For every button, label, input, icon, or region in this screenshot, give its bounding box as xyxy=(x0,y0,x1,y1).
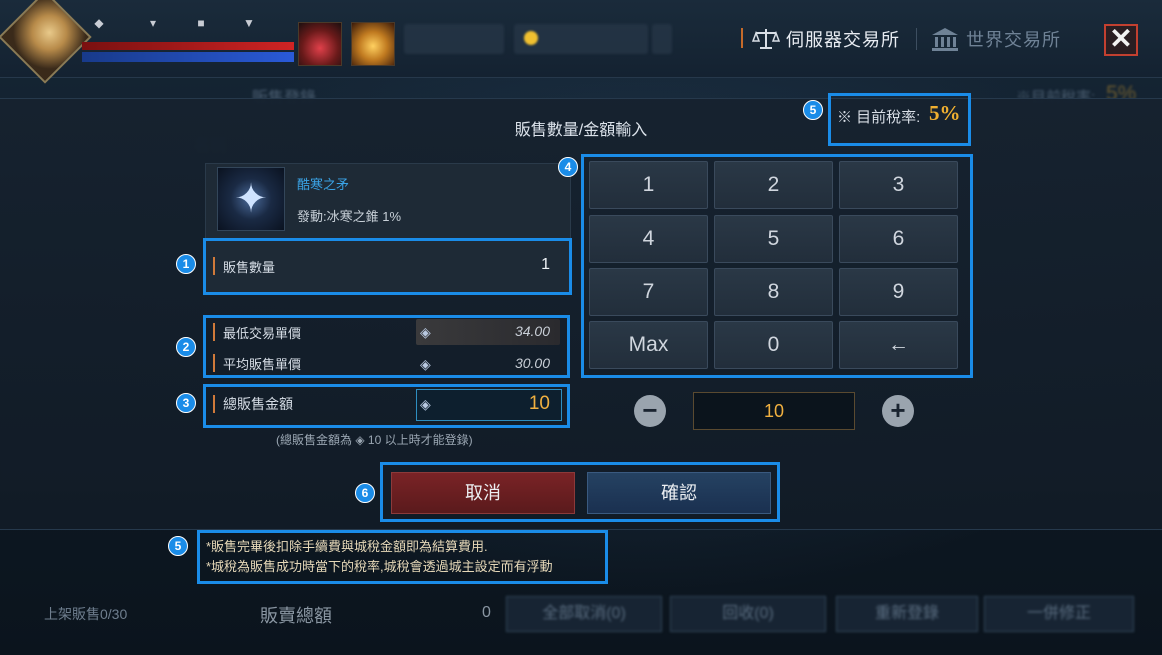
annotation-badge-5-notes: 5 xyxy=(168,536,188,556)
wrench-icon: ▾ xyxy=(149,16,157,30)
min-amount-hint: (總販售金額為 ◈ 10 以上時才能登錄) xyxy=(276,433,473,447)
shield-icon: ▼ xyxy=(243,16,255,30)
annotation-box-3 xyxy=(203,384,570,428)
annotation-box-2 xyxy=(203,315,570,378)
potion-slot[interactable] xyxy=(298,22,342,66)
spear-icon: ✦ xyxy=(217,167,285,231)
currency-expand-button[interactable] xyxy=(652,24,672,54)
annotation-box-6 xyxy=(380,462,780,522)
item-description: 發動:冰寒之錐 1% xyxy=(297,209,402,224)
close-icon: ✕ xyxy=(1109,23,1133,54)
item-name: 酷寒之矛 xyxy=(297,177,350,192)
annotation-badge-5-tax: 5 xyxy=(803,100,823,120)
increment-button[interactable]: + xyxy=(882,395,914,427)
batch-edit-button[interactable]: 一併修正 xyxy=(984,596,1134,632)
cancel-all-button[interactable]: 全部取消(0) xyxy=(506,596,662,632)
annotation-badge-4: 4 xyxy=(558,157,578,177)
bag-icon: ■ xyxy=(197,16,205,30)
tab-server-exchange-label: 伺服器交易所 xyxy=(786,30,900,50)
annotation-box-5-notes xyxy=(197,530,608,584)
close-button[interactable]: ✕ xyxy=(1104,24,1138,56)
recall-button[interactable]: 回收(0) xyxy=(670,596,826,632)
decrement-button[interactable]: − xyxy=(634,395,666,427)
hp-bar xyxy=(82,42,294,50)
gold-coin-icon xyxy=(524,31,538,45)
amount-stepper-value[interactable]: 10 xyxy=(693,392,855,430)
footer-total-label: 販賣總額 xyxy=(260,606,332,626)
annotation-badge-2: 2 xyxy=(176,337,196,357)
minus-icon: − xyxy=(642,395,658,425)
currency-gem-bar xyxy=(404,24,504,54)
reregister-button[interactable]: 重新登錄 xyxy=(836,596,978,632)
annotation-badge-1: 1 xyxy=(176,254,196,274)
buff-icon: ◆ xyxy=(94,16,104,30)
footer-total-value: 0 xyxy=(482,604,491,621)
footer-count: 上架販售0/30 xyxy=(44,606,128,622)
annotation-badge-3: 3 xyxy=(176,393,196,413)
plus-icon: + xyxy=(890,395,906,425)
tab-separator xyxy=(916,28,917,50)
annotation-box-1 xyxy=(203,238,572,295)
scale-icon xyxy=(752,29,780,49)
tab-world-exchange[interactable]: 世界交易所 xyxy=(930,26,1061,52)
mp-bar xyxy=(82,52,294,62)
annotation-badge-6: 6 xyxy=(355,483,375,503)
dialog-title: 販售數量/金額輸入 xyxy=(514,122,648,139)
annotation-box-4 xyxy=(581,154,973,378)
bank-icon xyxy=(932,28,958,51)
tab-world-exchange-label: 世界交易所 xyxy=(966,30,1061,50)
lantern-slot[interactable] xyxy=(351,22,395,66)
annotation-box-5-tax xyxy=(828,93,971,146)
tab-divider xyxy=(741,28,743,48)
tab-server-exchange[interactable]: 伺服器交易所 xyxy=(752,26,900,52)
